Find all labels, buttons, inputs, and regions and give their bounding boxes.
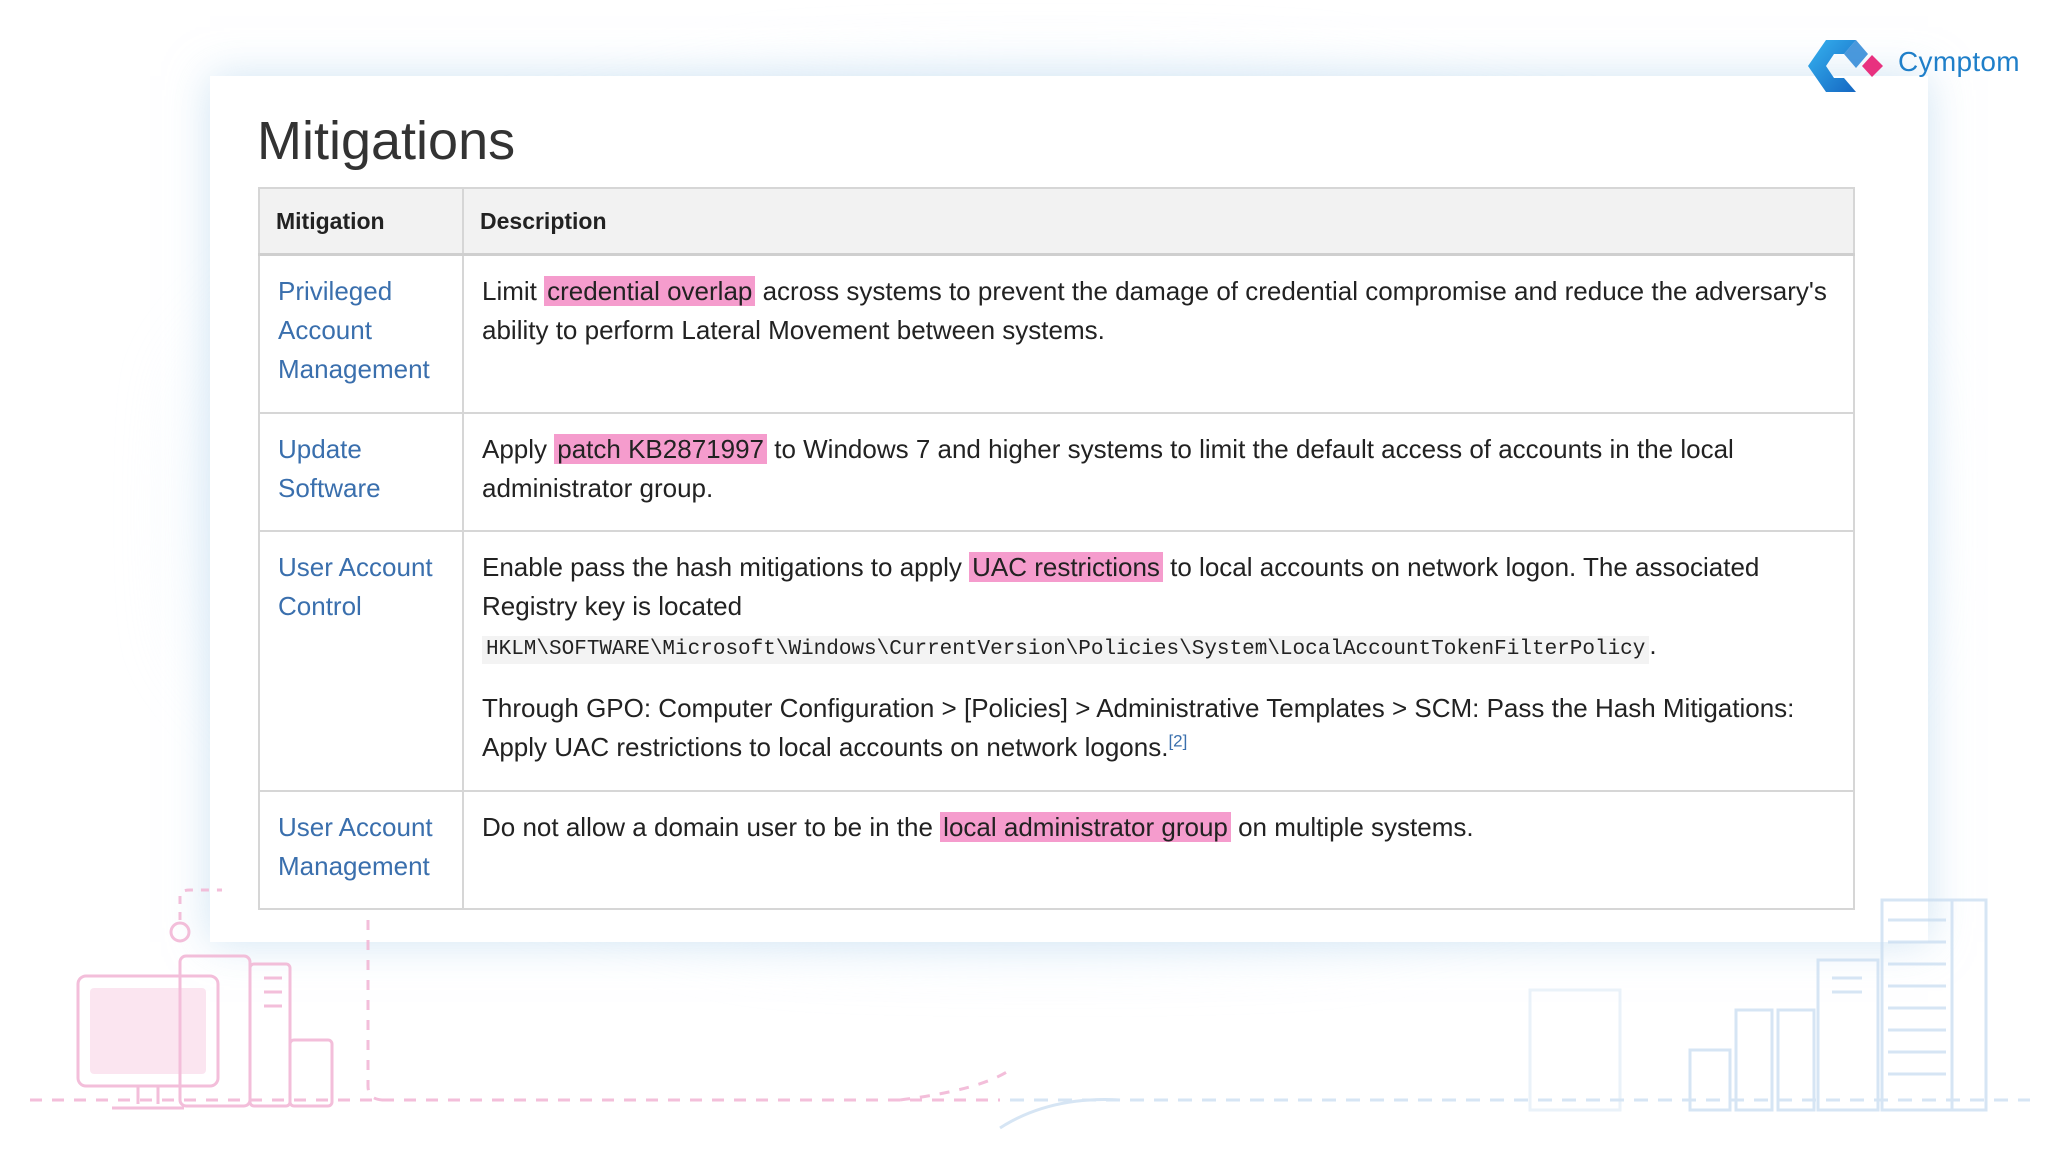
background-illustration (30, 888, 2030, 1130)
highlighted-phrase: UAC restrictions (969, 551, 1163, 582)
registry-key-code: HKLM\SOFTWARE\Microsoft\Windows\CurrentV… (482, 635, 1650, 664)
brand-name: Cymptom (1898, 46, 2020, 77)
description-text: Limit (482, 276, 545, 306)
mitigation-name-cell: User Account Control (258, 529, 464, 792)
description-text: Apply (482, 433, 555, 464)
column-header-mitigation: Mitigation (258, 187, 464, 256)
description-cell: Limit credential overlap across systems … (462, 253, 1855, 414)
description-text: . (1649, 629, 1657, 660)
table-row: User Account Control Enable pass the has… (258, 529, 1855, 792)
description-text: Through GPO: Computer Configuration > [P… (482, 692, 1795, 762)
column-header-description: Description (462, 187, 1855, 256)
mitigations-table: Mitigation Description Privileged Accoun… (258, 187, 1855, 910)
mitigation-link-update-software[interactable]: Update Software (278, 434, 381, 503)
description-text: Do not allow a domain user to be in the (482, 811, 941, 842)
description-text: on multiple systems. (1230, 811, 1474, 842)
table-row: Update Software Apply patch KB2871997 to… (258, 411, 1855, 532)
mitigation-link-user-account-control[interactable]: User Account Control (278, 552, 433, 621)
highlighted-phrase: local administrator group (940, 811, 1231, 842)
description-cell: Enable pass the hash mitigations to appl… (462, 529, 1855, 792)
highlighted-phrase: credential overlap (544, 276, 756, 306)
description-text: Enable pass the hash mitigations to appl… (482, 551, 970, 582)
description-paragraph: Enable pass the hash mitigations to appl… (482, 548, 1835, 665)
brand-logo: Cymptom (1806, 34, 2036, 98)
cymptom-logo-icon (1808, 40, 1883, 92)
description-paragraph: Through GPO: Computer Configuration > [P… (482, 689, 1835, 767)
mitigation-name-cell: Privileged Account Management (258, 253, 464, 414)
mitigation-name-cell: Update Software (258, 411, 464, 532)
highlighted-phrase: patch KB2871997 (554, 433, 767, 464)
mitigation-link-privileged-account-management[interactable]: Privileged Account Management (278, 276, 430, 384)
description-cell: Apply patch KB2871997 to Windows 7 and h… (462, 411, 1855, 532)
page-title: Mitigations (257, 111, 516, 171)
citation-link[interactable]: [2] (1168, 731, 1187, 750)
table-header-row: Mitigation Description (258, 187, 1855, 256)
table-row: Privileged Account Management Limit cred… (258, 253, 1855, 414)
